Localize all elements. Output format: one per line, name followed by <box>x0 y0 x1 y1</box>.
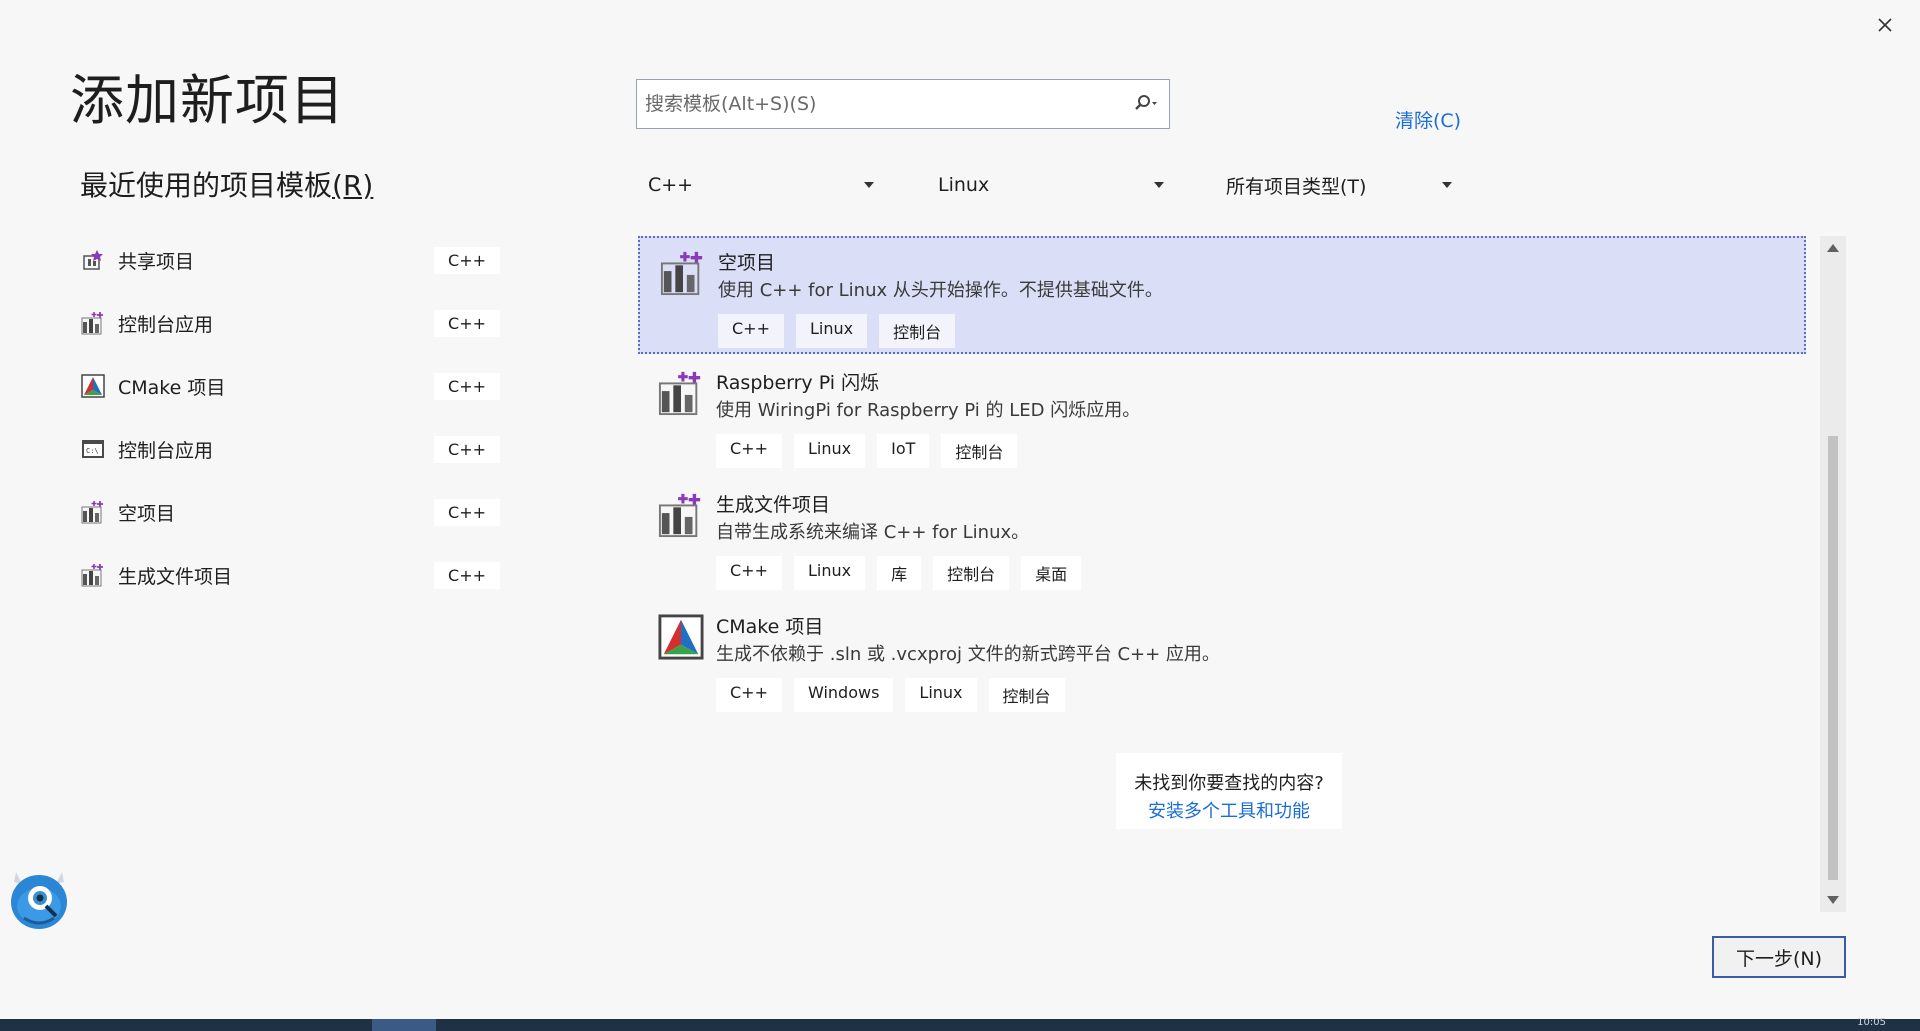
template-tag: C++ <box>716 556 782 590</box>
template-name: Raspberry Pi 闪烁 <box>716 372 880 394</box>
template-description: 使用 C++ for Linux 从头开始操作。不提供基础文件。 <box>718 280 1163 301</box>
recent-template-label: 控制台应用 <box>118 439 214 462</box>
search-input[interactable] <box>637 81 1123 127</box>
recent-template-item[interactable]: 控制台应用 C++ <box>80 303 500 343</box>
recent-template-label: CMake 项目 <box>118 376 226 399</box>
template-tag: C++ <box>716 434 782 468</box>
platform-filter-dropdown[interactable]: Linux <box>926 167 1176 203</box>
template-tag: C++ <box>716 678 782 712</box>
recent-template-label: 空项目 <box>118 502 176 525</box>
recent-template-label: 生成文件项目 <box>118 565 233 588</box>
recent-template-item[interactable]: 空项目 C++ <box>80 492 500 532</box>
chevron-down-icon <box>1154 182 1164 188</box>
recent-template-language-tag: C++ <box>434 435 500 463</box>
recent-template-item[interactable]: C:\ 控制台应用 C++ <box>80 429 500 469</box>
template-description: 生成不依赖于 .sln 或 .vcxproj 文件的新式跨平台 C++ 应用。 <box>716 644 1220 665</box>
assistant-mascot-icon[interactable] <box>6 862 72 932</box>
recent-templates-heading: 最近使用的项目模板(R) <box>80 164 373 204</box>
linux-project-icon <box>658 492 704 538</box>
template-tag: 控制台 <box>933 556 1010 590</box>
recent-template-label: 控制台应用 <box>118 313 214 336</box>
scroll-down-icon[interactable] <box>1827 896 1839 904</box>
template-description: 自带生成系统来编译 C++ for Linux。 <box>716 522 1030 543</box>
platform-filter-value: Linux <box>938 174 990 196</box>
close-button[interactable] <box>1870 10 1900 40</box>
recent-template-item[interactable]: 共享项目 C++ <box>80 240 500 280</box>
template-tags: C++ Linux 控制台 <box>718 314 956 348</box>
recent-template-item[interactable]: 生成文件项目 C++ <box>80 555 500 595</box>
template-tag: IoT <box>877 434 930 468</box>
template-item[interactable]: 空项目使用 C++ for Linux 从头开始操作。不提供基础文件。 C++ Li… <box>638 236 1806 354</box>
language-filter-value: C++ <box>648 174 694 196</box>
template-tag: Linux <box>793 556 866 590</box>
linux-project-icon <box>660 250 706 296</box>
close-icon <box>1878 18 1892 32</box>
taskbar-clock: 10:05 <box>1857 1017 1886 1028</box>
recent-template-language-tag: C++ <box>434 246 500 274</box>
recent-templates-heading-text: 最近使用的项目模板 <box>80 169 333 202</box>
scroll-thumb[interactable] <box>1828 436 1838 880</box>
template-item[interactable]: CMake 项目生成不依赖于 .sln 或 .vcxproj 文件的新式跨平台 … <box>638 602 1806 720</box>
template-tags: C++ Linux 库控制台 桌面 <box>716 556 1082 590</box>
shared-project-icon <box>80 247 106 273</box>
recent-templates-access-key: (R) <box>332 169 374 202</box>
template-description: 使用 WiringPi for Raspberry Pi 的 LED 闪烁应用。 <box>716 400 1141 421</box>
cmake-icon <box>80 373 106 399</box>
next-button[interactable]: 下一步(N) <box>1712 936 1846 978</box>
install-tools-link[interactable]: 安装多个工具和功能 <box>1116 797 1342 823</box>
linux-project-icon <box>658 370 704 416</box>
recent-template-language-tag: C++ <box>434 309 500 337</box>
template-name: 生成文件项目 <box>716 494 831 516</box>
not-found-panel: 未找到你要查找的内容? 安装多个工具和功能 <box>1116 753 1342 829</box>
template-tag: 控制台 <box>988 678 1065 712</box>
scroll-up-icon[interactable] <box>1827 244 1839 252</box>
taskbar-active-app[interactable] <box>372 1019 436 1031</box>
not-found-text: 未找到你要查找的内容? <box>1134 773 1324 794</box>
recent-template-label: 共享项目 <box>118 250 195 273</box>
template-tag: C++ <box>718 314 784 348</box>
project-type-filter-dropdown[interactable]: 所有项目类型(T) <box>1214 167 1464 203</box>
search-button[interactable] <box>1123 81 1169 127</box>
template-tag: Windows <box>793 678 894 712</box>
template-tag: Linux <box>905 678 977 712</box>
search-box <box>636 79 1170 129</box>
template-list-scrollbar[interactable] <box>1820 236 1846 912</box>
chevron-down-icon <box>864 182 874 188</box>
linux-project-icon <box>80 310 106 336</box>
page-title: 添加新项目 <box>70 69 345 132</box>
search-icon <box>1135 95 1157 110</box>
template-item[interactable]: 生成文件项目自带生成系统来编译 C++ for Linux。 C++ Linux 库控… <box>638 480 1806 598</box>
recent-template-item[interactable]: CMake 项目 C++ <box>80 366 500 406</box>
template-tag: 桌面 <box>1021 556 1082 590</box>
taskbar: 10:05 <box>0 1017 1920 1031</box>
template-tag: 库 <box>877 556 922 590</box>
clear-filters-link[interactable]: 清除(C) <box>1395 106 1461 133</box>
recent-template-language-tag: C++ <box>434 498 500 526</box>
console-app-icon: C:\ <box>80 436 106 462</box>
template-tag: Linux <box>793 434 866 468</box>
recent-template-language-tag: C++ <box>434 561 500 589</box>
cmake-icon <box>658 614 704 660</box>
template-tag: 控制台 <box>879 314 956 348</box>
template-name: CMake 项目 <box>716 616 824 638</box>
template-tag: Linux <box>795 314 868 348</box>
language-filter-dropdown[interactable]: C++ <box>636 167 886 203</box>
template-tags: C++ Windows Linux 控制台 <box>716 678 1065 712</box>
project-type-filter-value: 所有项目类型(T) <box>1226 175 1367 198</box>
recent-template-language-tag: C++ <box>434 372 500 400</box>
template-name: 空项目 <box>718 252 776 274</box>
template-tags: C++ Linux IoT 控制台 <box>716 434 1018 468</box>
svg-text:C:\: C:\ <box>86 447 99 455</box>
linux-project-icon <box>80 562 106 588</box>
chevron-down-icon <box>1442 182 1452 188</box>
linux-project-icon <box>80 499 106 525</box>
template-tag: 控制台 <box>941 434 1018 468</box>
template-item[interactable]: Raspberry Pi 闪烁使用 WiringPi for Raspberry… <box>638 358 1806 476</box>
